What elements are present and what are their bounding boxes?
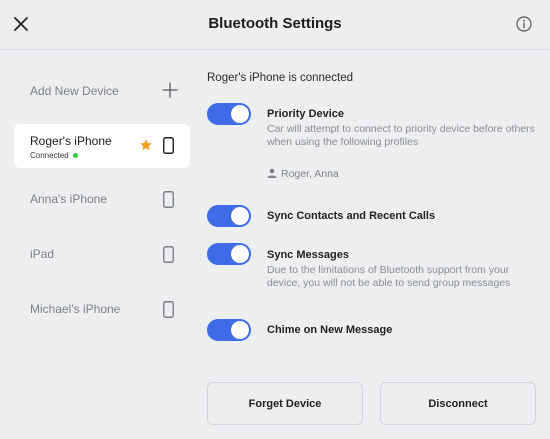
phone-icon (163, 137, 174, 154)
star-icon (140, 139, 152, 151)
device-sidebar: Add New Device Roger's iPhone Connected … (0, 50, 198, 439)
device-name: iPad (30, 247, 55, 261)
add-new-device-label: Add New Device (30, 84, 119, 98)
device-name: Roger's iPhone (30, 134, 112, 148)
info-icon (516, 16, 532, 32)
phone-icon (163, 191, 174, 208)
device-item-michaels-iphone[interactable]: Michael's iPhone (14, 288, 190, 332)
status-text: Connected (30, 151, 69, 160)
plus-icon (162, 82, 178, 98)
sync-messages-toggle[interactable] (207, 243, 251, 265)
toggle-knob (231, 207, 249, 225)
header: Bluetooth Settings (0, 0, 550, 50)
priority-device-description: Car will attempt to connect to priority … (267, 123, 535, 148)
device-name: Anna's iPhone (30, 192, 108, 206)
page-title: Bluetooth Settings (208, 15, 342, 32)
user-icon (267, 168, 277, 178)
bluetooth-settings-window: Bluetooth Settings Add New Device Roger'… (0, 0, 550, 439)
toggle-knob (231, 245, 249, 263)
info-button[interactable] (515, 15, 533, 33)
connection-status-heading: Roger's iPhone is connected (207, 72, 354, 84)
profiles-text: Roger, Anna (281, 168, 339, 180)
device-item-rogers-iphone[interactable]: Roger's iPhone Connected (14, 124, 190, 168)
disconnect-button[interactable]: Disconnect (380, 382, 536, 425)
toggle-knob (231, 105, 249, 123)
priority-device-title: Priority Device (267, 108, 345, 120)
device-item-annas-iphone[interactable]: Anna's iPhone (14, 178, 190, 222)
phone-icon (163, 301, 174, 318)
device-item-ipad[interactable]: iPad (14, 233, 190, 277)
sync-contacts-toggle[interactable] (207, 205, 251, 227)
add-new-device-button[interactable]: Add New Device (30, 80, 180, 102)
toggle-knob (231, 321, 249, 339)
priority-profiles: Roger, Anna (267, 168, 339, 180)
status-dot (72, 153, 78, 159)
chime-new-message-toggle[interactable] (207, 319, 251, 341)
device-name: Michael's iPhone (30, 302, 121, 316)
chime-new-message-title: Chime on New Message (267, 324, 393, 336)
sync-messages-description: Due to the limitations of Bluetooth supp… (267, 264, 511, 289)
device-status: Connected (30, 151, 78, 160)
tablet-icon (163, 246, 174, 263)
sync-contacts-title: Sync Contacts and Recent Calls (267, 210, 436, 222)
priority-device-toggle[interactable] (207, 103, 251, 125)
sync-messages-title: Sync Messages (267, 249, 349, 261)
device-settings-panel: Roger's iPhone is connected Priority Dev… (198, 50, 550, 439)
forget-device-button[interactable]: Forget Device (207, 382, 363, 425)
